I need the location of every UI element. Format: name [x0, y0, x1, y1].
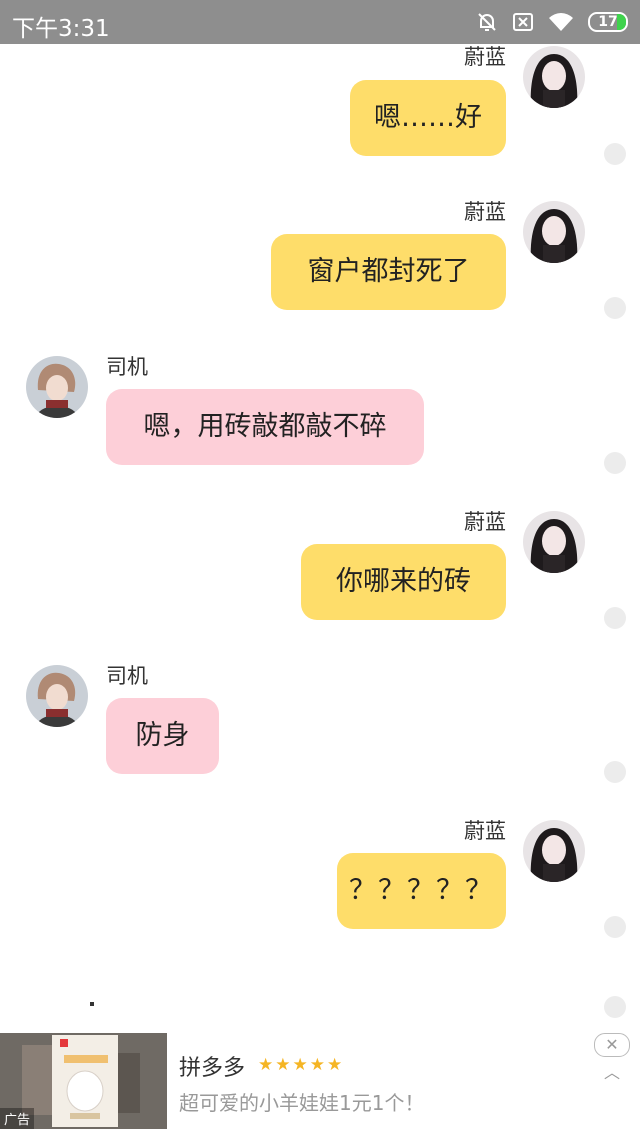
ad-description[interactable]: 超可爱的小羊娃娃1元1个！: [179, 1087, 424, 1116]
status-time: 下午3:31: [12, 16, 110, 42]
sender-name: 蔚蓝: [464, 45, 506, 69]
status-dot: [604, 143, 626, 165]
typing-indicator: [90, 1002, 94, 1006]
avatar-weilan[interactable]: [523, 820, 585, 882]
sender-name: 蔚蓝: [464, 819, 506, 843]
chevron-up-icon[interactable]: ︿: [604, 1059, 620, 1083]
status-dot: [604, 916, 626, 938]
status-dot: [604, 452, 626, 474]
status-dot: [604, 607, 626, 629]
wifi-icon: [548, 12, 574, 32]
close-icon[interactable]: ✕: [594, 1033, 630, 1057]
message-bubble[interactable]: 嗯……好: [350, 80, 506, 156]
sender-name: 司机: [106, 664, 148, 688]
status-dot: [604, 996, 626, 1018]
message-bubble[interactable]: 嗯，用砖敲都敲不碎: [106, 389, 424, 465]
avatar-driver[interactable]: [26, 356, 88, 418]
sender-name: 蔚蓝: [464, 200, 506, 224]
ad-title[interactable]: 拼多多: [179, 1050, 245, 1082]
ad-image[interactable]: 广告: [0, 1033, 167, 1129]
bell-muted-icon: [476, 11, 498, 33]
status-dot: [604, 761, 626, 783]
battery-level: 17: [598, 14, 618, 30]
message-bubble[interactable]: 窗户都封死了: [271, 234, 506, 310]
avatar-weilan[interactable]: [523, 511, 585, 573]
ad-tag: 广告: [0, 1108, 35, 1129]
rating-stars: ★★★★★: [258, 1055, 345, 1075]
avatar-weilan[interactable]: [523, 46, 585, 108]
sender-name: 蔚蓝: [464, 510, 506, 534]
status-bar: 下午3:31 17: [0, 0, 640, 44]
battery-icon: 17: [588, 12, 628, 32]
message-bubble[interactable]: 防身: [106, 698, 219, 774]
status-dot: [604, 297, 626, 319]
status-icons: 17: [476, 8, 628, 36]
avatar-driver[interactable]: [26, 665, 88, 727]
avatar-weilan[interactable]: [523, 201, 585, 263]
message-bubble[interactable]: ？？？？？: [337, 853, 506, 929]
sender-name: 司机: [106, 355, 148, 379]
ad-banner[interactable]: 广告 拼多多 ★★★★★ 超可爱的小羊娃娃1元1个！ ✕ ︿: [0, 1033, 640, 1138]
message-bubble[interactable]: 你哪来的砖: [301, 544, 506, 620]
no-sim-icon: [512, 12, 534, 32]
